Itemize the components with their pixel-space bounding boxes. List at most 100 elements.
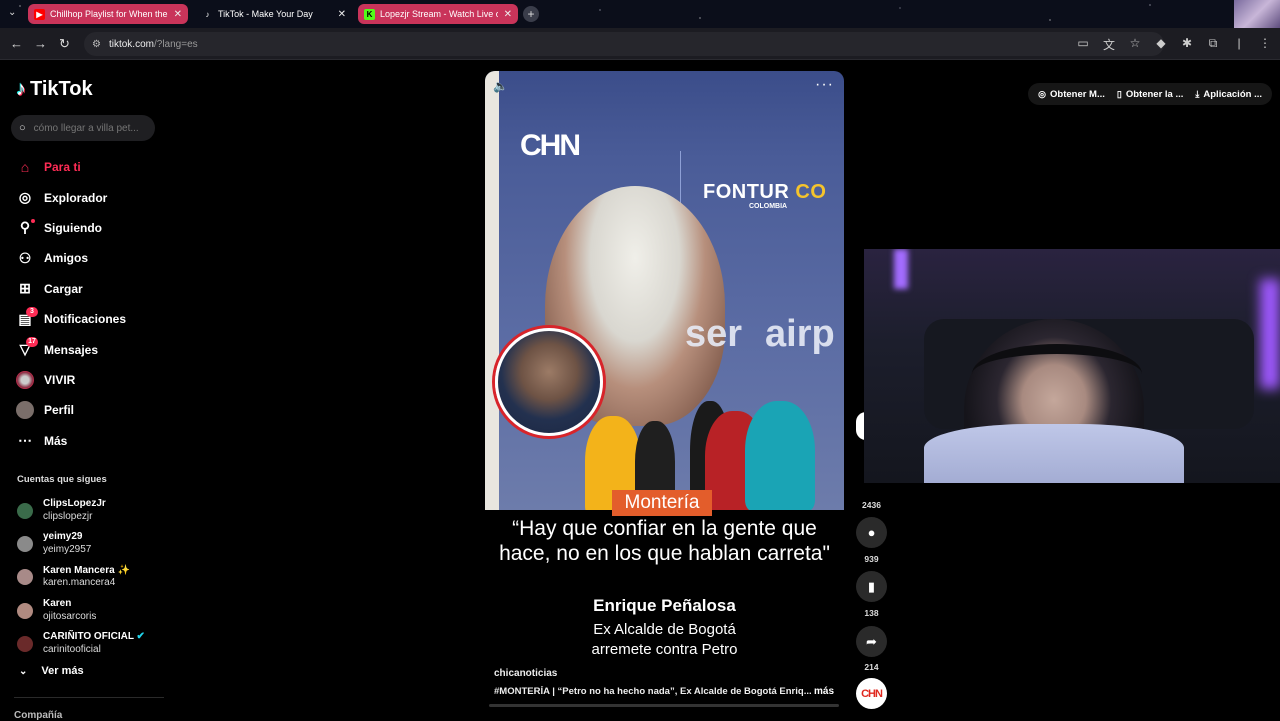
video-progress-bar[interactable] xyxy=(489,704,839,707)
get-coins-button[interactable]: ◎ Obtener M... xyxy=(1034,89,1109,100)
tiktok-icon: ♪ xyxy=(16,78,26,100)
reload-icon[interactable]: ↻ xyxy=(59,36,70,52)
search-input[interactable] xyxy=(33,122,144,134)
tab-kick[interactable]: K Lopezjr Stream - Watch Live o ✕ xyxy=(358,4,518,24)
sidebar-item-vivir[interactable]: VIVIR xyxy=(16,365,166,395)
search-bar[interactable]: ○ xyxy=(11,115,155,141)
sidebar-item-amigos[interactable]: ⚇ Amigos xyxy=(16,243,166,273)
avatar xyxy=(17,502,33,519)
sidebar-item-label: Perfil xyxy=(44,403,75,418)
sidebar-item-mensajes[interactable]: ▽ 17 Mensajes xyxy=(16,334,166,364)
account-handle: ojitosarcoris xyxy=(43,610,97,622)
following-account[interactable]: ClipsLopezJr clipslopezjr xyxy=(17,494,167,527)
sidebar-item-perfil[interactable]: Perfil xyxy=(16,395,166,425)
site-info-icon[interactable]: ⚙ xyxy=(92,39,101,50)
sidebar-item-label: VIVIR xyxy=(44,372,76,387)
sidebar-item-para-ti[interactable]: ⌂ Para ti xyxy=(16,152,166,182)
sidebar-item-explorador[interactable]: ◎ Explorador xyxy=(16,182,166,212)
share-button[interactable]: ➦ xyxy=(856,626,887,657)
tiktok-icon: ♪ xyxy=(205,9,210,19)
search-icon[interactable]: ○ xyxy=(19,122,26,134)
account-handle: clipslopezjr xyxy=(43,510,93,522)
background-wall xyxy=(485,71,499,510)
tab-list-dropdown-icon[interactable]: ⌄ xyxy=(8,7,16,18)
url-field[interactable]: ⚙ tiktok.com /?lang=es xyxy=(84,32,1164,56)
following-account[interactable]: Karen ojitosarcoris xyxy=(17,594,167,627)
star-icon[interactable]: ☆ xyxy=(1128,36,1142,53)
video-player[interactable]: ser airp CHN FONTUR CO COLOMBIA 🔈 ··· xyxy=(485,71,844,510)
extension-icon[interactable]: ✱ xyxy=(1180,36,1194,53)
following-account[interactable]: CARIÑITO OFICIAL ✔ carinitooficial xyxy=(17,627,167,660)
creator-avatar[interactable]: CHN xyxy=(856,678,887,709)
phone-icon: ▯ xyxy=(1116,88,1122,99)
close-tab-icon[interactable]: ✕ xyxy=(338,9,346,20)
cast-icon[interactable]: ▭ xyxy=(1076,36,1090,53)
new-tab-button[interactable]: + xyxy=(523,6,539,22)
fontur-logo: FONTUR CO xyxy=(703,181,827,203)
sidebar-item-label: Amigos xyxy=(44,251,89,266)
profile-avatar xyxy=(16,401,34,420)
back-icon[interactable]: ← xyxy=(10,36,23,51)
see-more-button[interactable]: ⌄ Ver más xyxy=(19,665,84,677)
webcam-overlay xyxy=(864,249,1280,483)
notification-badge: 3 xyxy=(26,306,38,317)
comment-icon: ● xyxy=(867,525,876,540)
account-name: ClipsLopezJr xyxy=(43,498,106,510)
see-more-label: Ver más xyxy=(41,665,84,677)
video-quote: “Hay que confiar en la gente que hace, n… xyxy=(499,517,830,565)
following-title: Cuentas que sigues xyxy=(17,474,107,485)
share-icon: ➦ xyxy=(866,633,877,649)
expand-description-button[interactable]: más xyxy=(814,686,834,697)
browser-profile-avatar[interactable] xyxy=(1234,0,1280,28)
inset-portrait xyxy=(495,328,603,436)
address-bar-row: ← → ↻ ⚙ tiktok.com /?lang=es ▭ 文 ☆ ◆ ✱ ⧉… xyxy=(0,28,1280,60)
translate-icon[interactable]: 文 xyxy=(1102,36,1116,53)
tab-label: Chillhop Playlist for When the xyxy=(50,9,168,19)
logo-text: TikTok xyxy=(30,78,93,100)
sidebar-item-label: Cargar xyxy=(44,281,83,296)
messages-badge: 17 xyxy=(26,337,38,348)
account-name: Karen xyxy=(43,598,72,610)
account-handle: carinitooficial xyxy=(43,643,101,655)
account-handle: karen.mancera4 xyxy=(43,577,116,589)
volume-icon[interactable]: 🔈 xyxy=(493,79,508,93)
following-account[interactable]: yeimy29 yeimy2957 xyxy=(17,527,167,560)
comment-button[interactable]: ● xyxy=(856,517,887,548)
avatar xyxy=(17,635,33,652)
sidebar-item-label: Siguiendo xyxy=(44,220,102,235)
menu-icon[interactable]: ⋮ xyxy=(1258,36,1272,53)
tiktok-logo[interactable]: ♪ TikTok xyxy=(16,78,93,101)
sidebar-item-label: Para ti xyxy=(44,160,81,175)
extension-icon[interactable]: ◆ xyxy=(1154,36,1168,53)
friends-icon: ⚇ xyxy=(18,249,32,266)
get-app-button[interactable]: ▯ Obtener la ... xyxy=(1113,89,1188,100)
headset xyxy=(972,344,1142,404)
video-author[interactable]: chicanoticias xyxy=(494,668,557,679)
bookmark-icon: ▮ xyxy=(867,578,876,594)
chevron-down-icon: ⌄ xyxy=(19,665,28,677)
following-account[interactable]: Karen Mancera ✨ karen.mancera4 xyxy=(17,561,167,594)
download-icon: ⤓ xyxy=(1195,88,1200,99)
sidebar-item-cargar[interactable]: ⊞ Cargar xyxy=(16,274,166,304)
save-count: 138 xyxy=(864,608,879,618)
divider xyxy=(14,697,164,698)
desktop-app-button[interactable]: ⤓ Aplicación ... xyxy=(1191,89,1266,100)
sidebar-item-mas[interactable]: ⋯ Más xyxy=(16,426,166,456)
streamer-shirt xyxy=(924,424,1184,483)
tab-tiktok[interactable]: ♪ TikTok - Make Your Day ✕ xyxy=(196,4,352,24)
sidebar-item-notificaciones[interactable]: ▤ 3 Notificaciones xyxy=(16,304,166,334)
save-button[interactable]: ▮ xyxy=(856,571,887,602)
close-tab-icon[interactable]: ✕ xyxy=(174,9,182,20)
sidebar-item-siguiendo[interactable]: ⚲ Siguiendo xyxy=(16,213,166,243)
tab-label: TikTok - Make Your Day xyxy=(218,9,313,19)
share-count: 214 xyxy=(864,662,879,672)
more-icon: ⋯ xyxy=(18,432,32,449)
close-tab-icon[interactable]: ✕ xyxy=(504,9,512,20)
browser-tab-bar: ⌄ ▶ Chillhop Playlist for When the ✕ ♪ T… xyxy=(0,0,1280,28)
forward-icon[interactable]: → xyxy=(34,36,47,51)
sidebar-nav: ⌂ Para ti ◎ Explorador ⚲ Siguiendo ⚇ Ami… xyxy=(16,152,166,456)
more-options-icon[interactable]: ··· xyxy=(815,76,834,94)
tab-chillhop[interactable]: ▶ Chillhop Playlist for When the ✕ xyxy=(28,4,188,24)
sidebar-item-label: Explorador xyxy=(44,190,108,205)
puzzle-icon[interactable]: ⧉ xyxy=(1206,36,1220,53)
